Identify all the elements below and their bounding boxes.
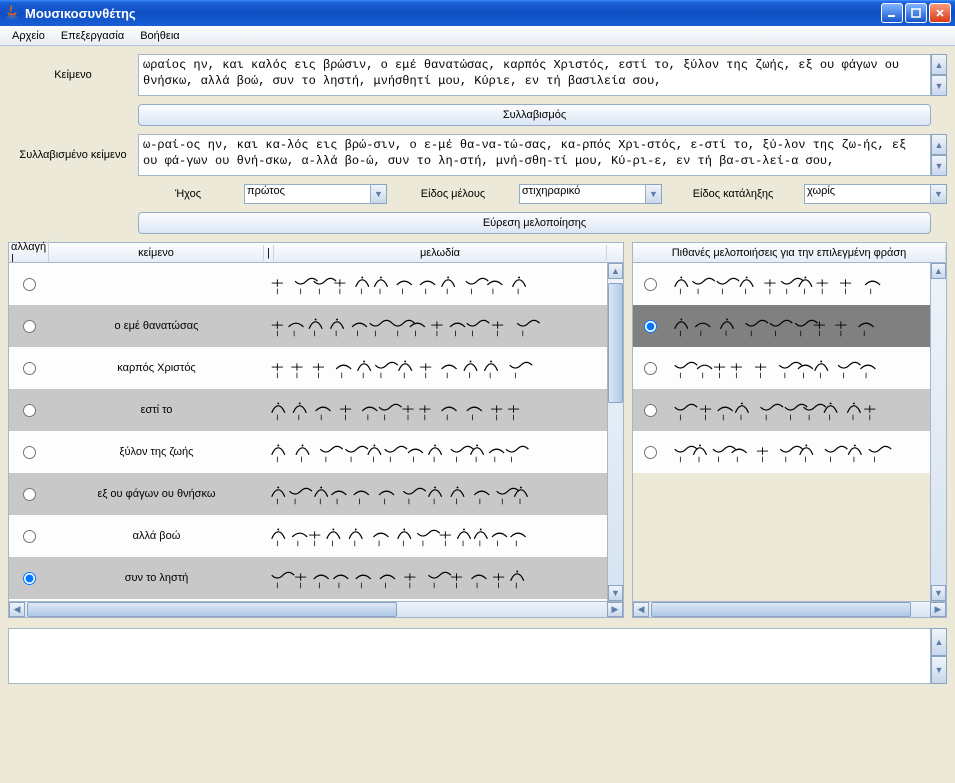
melody-radio[interactable] [644,362,657,375]
table-row[interactable]: εστί το [9,389,607,431]
melody-radio[interactable] [644,278,657,291]
phrases-table: αλλαγή | κείμενο | μελωδία ο εμέ θανατώσ… [8,242,624,618]
horizontal-scrollbar[interactable]: ◀ ▶ [632,602,947,618]
melody-preview [667,310,930,342]
row-radio[interactable] [23,320,36,333]
evresi-button[interactable]: Εύρεση μελοποίησης [138,212,931,234]
col-pithanes: Πιθανές μελοποιήσεις για την επιλεγμένη … [633,245,946,261]
row-radio[interactable] [23,278,36,291]
melodies-table: Πιθανές μελοποιήσεις για την επιλεγμένη … [632,242,947,618]
row-melody [264,310,607,342]
syll-keimeno-textarea[interactable] [138,134,931,176]
row-radio[interactable] [23,404,36,417]
melody-preview [667,394,930,426]
chevron-down-icon[interactable]: ▼ [931,184,947,204]
titlebar: Μουσικοσυνθέτης [0,0,955,26]
table-row[interactable]: ο εμέ θανατώσας [9,305,607,347]
table-row[interactable]: ξύλον της ζωής [9,431,607,473]
row-radio[interactable] [23,572,36,585]
window-title: Μουσικοσυνθέτης [25,6,136,21]
melody-radio[interactable] [644,320,657,333]
melody-option-row[interactable] [633,305,930,347]
table-row[interactable] [9,263,607,305]
minimize-button[interactable] [881,3,903,23]
scroll-down-icon[interactable]: ▼ [931,155,947,176]
table-row[interactable]: μνήσθητί μου [9,599,607,601]
row-text: ξύλον της ζωής [49,446,264,458]
scroll-left-icon[interactable]: ◀ [9,602,25,617]
eidos-katalixis-label: Είδος κατάληξης [668,188,798,200]
syllabismos-button[interactable]: Συλλαβισμός [138,104,931,126]
melody-option-row[interactable] [633,263,930,305]
melody-preview [667,352,930,384]
scroll-up-icon[interactable]: ▲ [931,263,946,279]
melody-option-row[interactable] [633,389,930,431]
row-melody [264,478,607,510]
scroll-up-icon[interactable]: ▲ [931,134,947,155]
melody-option-row[interactable] [633,431,930,473]
row-text: ο εμέ θανατώσας [49,320,264,332]
row-radio[interactable] [23,446,36,459]
scroll-up-icon[interactable]: ▲ [608,263,623,279]
table-row[interactable]: καρπός Χριστός [9,347,607,389]
scroll-down-icon[interactable]: ▼ [931,656,947,684]
chevron-down-icon[interactable]: ▼ [646,184,662,204]
row-text: εστί το [49,404,264,416]
scroll-down-icon[interactable]: ▼ [931,75,947,96]
scroll-up-icon[interactable]: ▲ [931,628,947,656]
table-row[interactable]: αλλά βοώ [9,515,607,557]
row-melody [264,394,607,426]
row-radio[interactable] [23,488,36,501]
col-melodia: μελωδία [274,245,607,261]
menu-file[interactable]: Αρχείο [4,28,53,44]
scroll-right-icon[interactable]: ▶ [607,602,623,617]
row-melody [264,352,607,384]
horizontal-scrollbar[interactable]: ◀ ▶ [8,602,624,618]
menu-edit[interactable]: Επεξεργασία [53,28,132,44]
syll-keimeno-label: Συλλαβισμένο κείμενο [8,149,138,161]
melody-preview [667,268,930,300]
scroll-up-icon[interactable]: ▲ [931,54,947,75]
melody-option-row[interactable] [633,347,930,389]
row-text: καρπός Χριστός [49,362,264,374]
output-textarea[interactable] [8,628,931,684]
eidos-melous-combo[interactable]: στιχηραρικό [519,184,646,204]
row-radio[interactable] [23,530,36,543]
melody-radio[interactable] [644,446,657,459]
chevron-down-icon[interactable]: ▼ [371,184,387,204]
scroll-down-icon[interactable]: ▼ [931,585,946,601]
maximize-button[interactable] [905,3,927,23]
row-melody [264,520,607,552]
row-radio[interactable] [23,362,36,375]
scroll-down-icon[interactable]: ▼ [608,585,623,601]
close-button[interactable] [929,3,951,23]
row-melody [264,562,607,594]
row-text: εξ ου φάγων ου θνήσκω [49,488,264,500]
row-text: συν το ληστή [49,572,264,584]
keimeno-label: Κείμενο [8,69,138,81]
col-keimeno: κείμενο [49,245,264,261]
keimeno-textarea[interactable] [138,54,931,96]
menu-help[interactable]: Βοήθεια [132,28,187,44]
row-melody [264,436,607,468]
menubar: Αρχείο Επεξεργασία Βοήθεια [0,26,955,46]
table-row[interactable]: εξ ου φάγων ου θνήσκω [9,473,607,515]
melody-radio[interactable] [644,404,657,417]
row-text: αλλά βοώ [49,530,264,542]
eidos-katalixis-combo[interactable]: χωρίς [804,184,931,204]
table-row[interactable]: συν το ληστή [9,557,607,599]
ixos-label: Ήχος [138,188,238,200]
melody-preview [667,436,930,468]
row-melody [264,268,607,300]
ixos-combo[interactable]: πρώτος [244,184,371,204]
vertical-scrollbar[interactable]: ▲ ▼ [930,263,946,601]
java-icon [4,5,20,21]
eidos-melous-label: Είδος μέλους [393,188,513,200]
scroll-right-icon[interactable]: ▶ [930,602,946,617]
vertical-scrollbar[interactable]: ▲ ▼ [607,263,623,601]
scroll-left-icon[interactable]: ◀ [633,602,649,617]
